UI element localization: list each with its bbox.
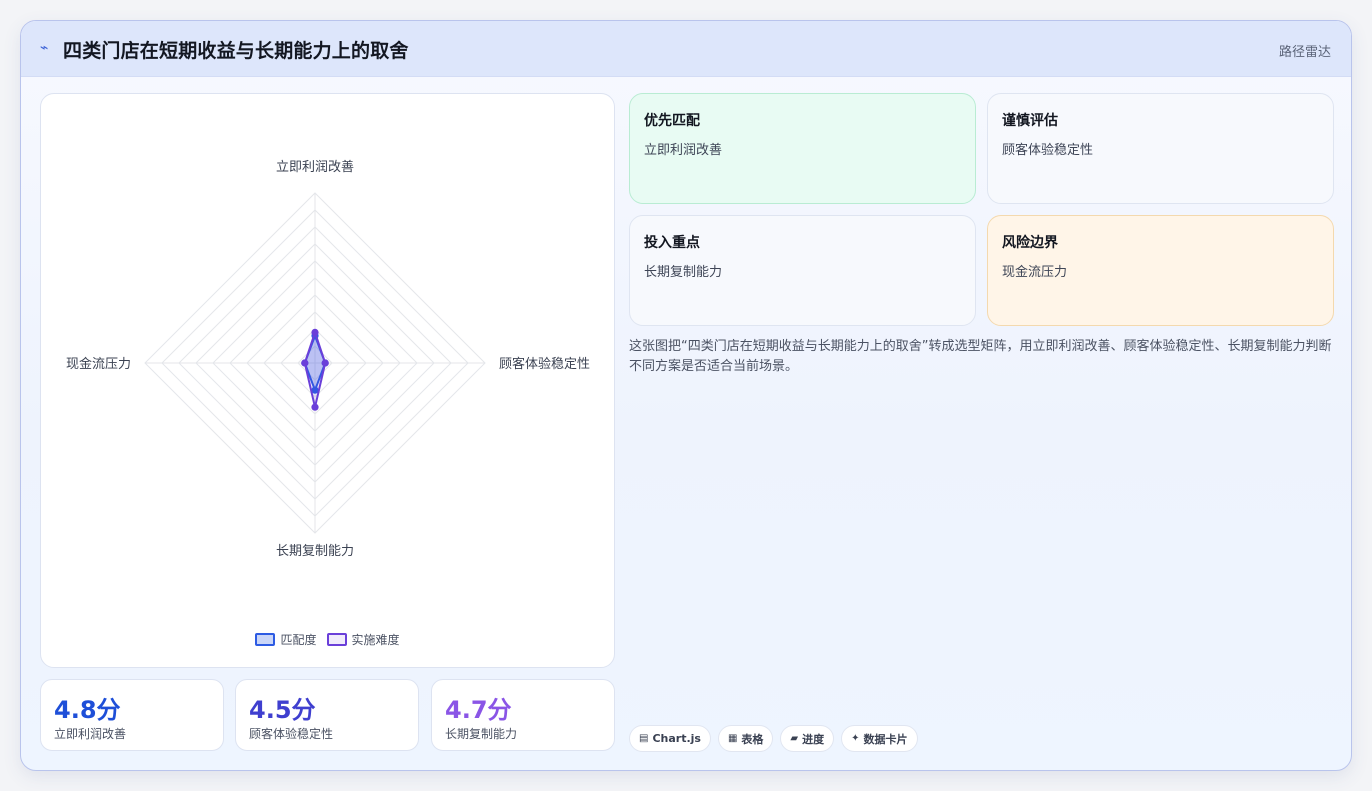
radar-axis-label: 立即利润改善 xyxy=(276,159,354,175)
box-title: 优先匹配 xyxy=(644,113,700,129)
chip-label: 数据卡片 xyxy=(863,732,908,746)
radar-chart-panel: 立即利润改善顾客体验稳定性长期复制能力 现金流压力 匹配度 实施难度 xyxy=(40,93,615,668)
legend-swatch-match xyxy=(255,633,276,646)
chip-chartjs[interactable]: ▤ Chart.js xyxy=(629,725,711,752)
stat-card-experience: 4.5分 顾客体验稳定性 xyxy=(235,679,419,751)
box-title: 风险边界 xyxy=(1002,235,1058,251)
stat-card-profit: 4.8分 立即利润改善 xyxy=(40,679,224,751)
sparkle-icon: ✦ xyxy=(851,733,860,744)
box-title: 投入重点 xyxy=(644,235,700,251)
radar-axis-label: 顾客体验稳定性 xyxy=(499,356,590,372)
radar-data-point xyxy=(321,359,329,367)
legend-item-difficulty[interactable]: 实施难度 xyxy=(326,631,400,648)
radar-axis-label: 长期复制能力 xyxy=(276,544,354,559)
box-subtitle: 顾客体验稳定性 xyxy=(1002,143,1094,158)
stat-value: 4.8分 xyxy=(54,696,121,724)
box-risk-boundary: 风险边界 现金流压力 xyxy=(987,215,1334,326)
chip-label: 表格 xyxy=(741,732,764,746)
legend-swatch-difficulty xyxy=(326,633,347,646)
main-card: ⌁ 四类门店在短期收益与长期能力上的取舍 路径雷达 立即利润改善 顾客体验稳定性长… xyxy=(20,20,1352,771)
legend-item-match[interactable]: 匹配度 xyxy=(255,631,317,648)
radar-series-polygon xyxy=(303,329,327,408)
box-subtitle: 长期复制能力 xyxy=(644,265,723,280)
stat-value: 4.5分 xyxy=(249,696,316,724)
legend-label-match: 匹配度 xyxy=(280,633,317,647)
chart-description: 这张图把“四类门店在短期收益与长期能力上的取舍”转成选型矩阵，用立即利润改善、顾… xyxy=(629,339,1332,374)
chart-legend: 匹配度 实施难度 xyxy=(41,631,614,648)
page-title: 四类门店在短期收益与长期能力上的取舍 xyxy=(63,40,409,62)
radar-axis-label: 现金流压力 xyxy=(66,356,131,372)
stat-card-replication: 4.7分 长期复制能力 xyxy=(431,679,615,751)
box-subtitle: 立即利润改善 xyxy=(644,143,723,158)
radar-chart: 立即利润改善顾客体验稳定性长期复制能力 现金流压力 xyxy=(66,159,590,559)
chip-label: 进度 xyxy=(802,732,825,746)
box-title: 谨慎评估 xyxy=(1002,113,1058,129)
legend-label-difficulty: 实施难度 xyxy=(351,633,400,647)
radar-data-point xyxy=(311,403,319,411)
box-subtitle: 现金流压力 xyxy=(1002,265,1068,280)
chip-table[interactable]: ▦ 表格 xyxy=(717,725,774,752)
stat-label: 顾客体验稳定性 xyxy=(249,727,334,741)
radar-data-point xyxy=(301,359,309,367)
chip-label: Chart.js xyxy=(652,732,701,745)
box-investment-focus: 投入重点 长期复制能力 xyxy=(629,215,976,326)
tag-chips: ▤ Chart.js ▦ 表格 ▰ 进度 ✦ 数据卡片 xyxy=(629,725,918,752)
stat-label: 立即利润改善 xyxy=(54,727,127,741)
progress-icon: ▰ xyxy=(790,733,799,744)
box-priority-match: 优先匹配 立即利润改善 xyxy=(629,93,976,204)
radar-data-point xyxy=(311,328,319,336)
chip-progress[interactable]: ▰ 进度 xyxy=(780,725,835,752)
card-header: ⌁ 四类门店在短期收益与长期能力上的取舍 路径雷达 xyxy=(21,21,1351,77)
box-careful-evaluation: 谨慎评估 顾客体验稳定性 xyxy=(987,93,1334,204)
stat-value: 4.7分 xyxy=(445,696,512,724)
chip-data-card[interactable]: ✦ 数据卡片 xyxy=(841,725,918,752)
chart-icon: ▤ xyxy=(639,733,649,744)
table-icon: ▦ xyxy=(727,733,738,744)
sparkline-icon: ⌁ xyxy=(40,40,49,56)
chart-type-tag: 路径雷达 xyxy=(1278,45,1331,60)
stat-label: 长期复制能力 xyxy=(445,727,518,741)
